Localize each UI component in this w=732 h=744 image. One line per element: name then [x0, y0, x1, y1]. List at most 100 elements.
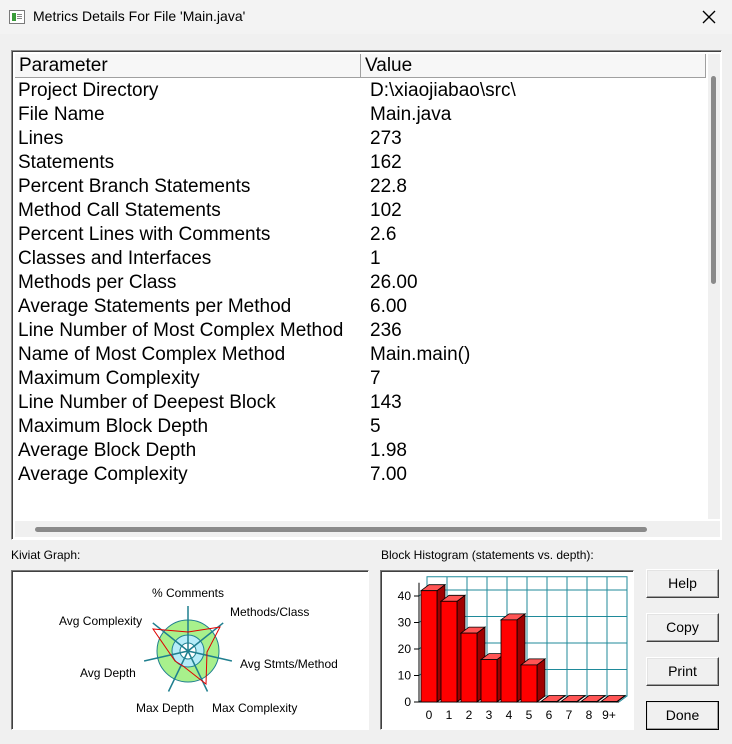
kiviat-graph: % Comments Methods/Class Avg Stmts/Metho… [11, 570, 369, 730]
table-row[interactable]: Maximum Complexity 7 [15, 367, 706, 391]
window-title: Metrics Details For File 'Main.java' [33, 8, 246, 24]
block-histogram-label: Block Histogram (statements vs. depth): [381, 548, 594, 562]
print-button[interactable]: Print [646, 657, 719, 686]
kiviat-axis-label-avg-depth: Avg Depth [80, 666, 136, 680]
vertical-scrollbar[interactable] [708, 54, 720, 519]
table-row[interactable]: Maximum Block Depth 5 [15, 415, 706, 439]
kiviat-axis-label-max-complexity: Max Complexity [212, 701, 298, 715]
parameter-cell: Maximum Block Depth [18, 416, 209, 437]
bar [540, 701, 558, 703]
x-tick-label: 7 [566, 708, 573, 722]
y-tick-label: 40 [398, 589, 412, 603]
bar-side [536, 658, 546, 703]
value-cell: Main.main() [370, 344, 471, 365]
x-tick-label: 5 [526, 708, 533, 722]
value-cell: 162 [370, 152, 402, 173]
value-cell: 2.6 [370, 224, 397, 245]
value-cell: 143 [370, 392, 402, 413]
table-row[interactable]: Classes and Interfaces 1 [15, 247, 706, 271]
table-row[interactable]: Average Block Depth 1.98 [15, 439, 706, 463]
bar [480, 659, 498, 703]
parameter-cell: Project Directory [18, 80, 159, 101]
table-row[interactable]: Average Complexity 7.00 [15, 463, 706, 487]
value-cell: 236 [370, 320, 402, 341]
parameter-cell: File Name [18, 104, 105, 125]
app-icon [9, 10, 25, 24]
horizontal-scroll-thumb[interactable] [35, 527, 647, 532]
bar [420, 590, 438, 703]
parameter-cell: Maximum Complexity [18, 368, 200, 389]
y-tick-label: 20 [398, 642, 412, 656]
table-row[interactable]: Line Number of Most Complex Method 236 [15, 319, 706, 343]
bar [600, 701, 618, 703]
table-row[interactable]: Method Call Statements 102 [15, 199, 706, 223]
value-cell: 7.00 [370, 464, 407, 485]
table-row[interactable]: Lines 273 [15, 127, 706, 151]
metrics-table[interactable]: Parameter Value Project Directory D:\xiao… [11, 50, 722, 540]
parameter-cell: Average Complexity [18, 464, 188, 485]
histogram-svg: 0102030400 1 2 3 4 5 6 7 8 9+ [398, 576, 628, 722]
table-row[interactable]: Methods per Class 26.00 [15, 271, 706, 295]
parameter-cell: Average Block Depth [18, 440, 197, 461]
table-row[interactable]: Project Directory D:\xiaojiabao\src\ [15, 79, 706, 103]
table-row[interactable]: File Name Main.java [15, 103, 706, 127]
kiviat-axis-label-methods-per-class: Methods/Class [230, 605, 310, 619]
kiviat-graph-label: Kiviat Graph: [11, 548, 81, 562]
parameter-cell: Percent Branch Statements [18, 176, 251, 197]
parameter-cell: Line Number of Most Complex Method [18, 320, 344, 341]
y-tick-label: 10 [398, 669, 412, 683]
close-icon [702, 10, 716, 24]
value-cell: D:\xiaojiabao\src\ [370, 80, 516, 101]
x-tick-label: 2 [466, 708, 473, 722]
copy-button[interactable]: Copy [646, 613, 719, 642]
block-histogram: 0 10 20 30 40 0 1 2 3 4 5 6 7 8 9+ [380, 570, 634, 730]
value-cell: 102 [370, 200, 402, 221]
table-header: Parameter Value [15, 54, 706, 78]
value-cell: 5 [370, 416, 381, 437]
title-bar: Metrics Details For File 'Main.java' [0, 0, 732, 34]
column-header-value[interactable]: Value [361, 54, 706, 78]
done-button[interactable]: Done [646, 701, 719, 730]
bar [440, 600, 458, 703]
table-body: Project Directory D:\xiaojiabao\src\ File … [15, 79, 706, 487]
bar [560, 701, 578, 703]
horizontal-scrollbar[interactable] [15, 521, 708, 537]
close-button[interactable] [686, 0, 732, 34]
value-cell: 22.8 [370, 176, 407, 197]
table-row[interactable]: Statements 162 [15, 151, 706, 175]
kiviat-axis-label-avg-stmts-per-method: Avg Stmts/Method [240, 657, 338, 671]
x-tick-label: 6 [546, 708, 553, 722]
bar [500, 619, 518, 703]
parameter-cell: Classes and Interfaces [18, 248, 212, 269]
bar [520, 664, 538, 703]
x-tick-label: 8 [586, 708, 593, 722]
parameter-cell: Average Statements per Method [18, 296, 292, 317]
value-cell: Main.java [370, 104, 452, 125]
table-row[interactable]: Percent Branch Statements 22.8 [15, 175, 706, 199]
kiviat-axis-label-avg-complexity: Avg Complexity [59, 614, 143, 628]
table-row[interactable]: Average Statements per Method 6.00 [15, 295, 706, 319]
parameter-cell: Name of Most Complex Method [18, 344, 286, 365]
kiviat-axis-label-max-depth: Max Depth [136, 701, 195, 715]
vertical-scroll-thumb[interactable] [711, 76, 716, 284]
help-button[interactable]: Help [646, 569, 719, 598]
table-row[interactable]: Line Number of Deepest Block 143 [15, 391, 706, 415]
value-cell: 1.98 [370, 440, 407, 461]
parameter-cell: Line Number of Deepest Block [18, 392, 276, 413]
parameter-cell: Statements [18, 152, 115, 173]
parameter-cell: Lines [18, 128, 64, 149]
y-tick-label: 30 [398, 616, 412, 630]
bar [460, 632, 478, 703]
value-cell: 6.00 [370, 296, 407, 317]
x-tick-label: 3 [486, 708, 493, 722]
table-row[interactable]: Name of Most Complex Method Main.main() [15, 343, 706, 367]
bar [580, 701, 598, 703]
value-cell: 26.00 [370, 272, 418, 293]
x-tick-label: 4 [506, 708, 513, 722]
y-tick-label: 0 [404, 695, 411, 709]
table-row[interactable]: Percent Lines with Comments 2.6 [15, 223, 706, 247]
parameter-cell: Percent Lines with Comments [18, 224, 271, 245]
column-header-parameter[interactable]: Parameter [15, 54, 361, 78]
value-cell: 273 [370, 128, 402, 149]
x-tick-label: 9+ [602, 708, 616, 722]
